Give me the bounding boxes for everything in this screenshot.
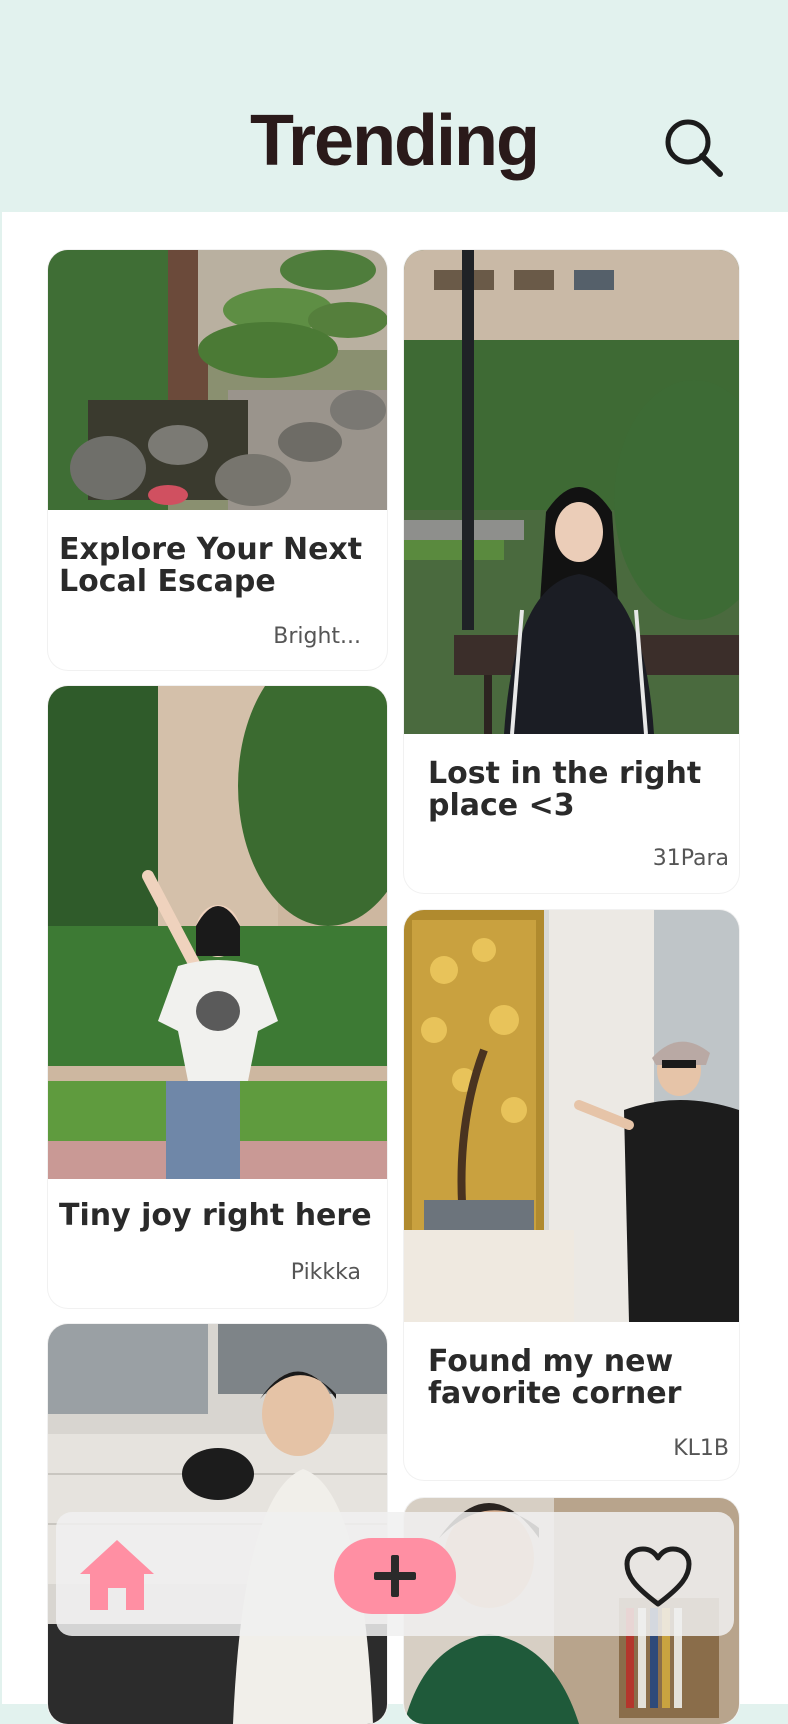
post-photo[interactable]	[48, 686, 387, 1179]
plus-icon	[374, 1555, 416, 1597]
post-title: Found my new favorite corner	[428, 1344, 682, 1411]
post-author: Pikkka	[290, 1260, 361, 1285]
add-button[interactable]	[334, 1538, 456, 1614]
post-card[interactable]: Explore Your Next Local Escape Bright...	[48, 250, 387, 670]
post-author: Bright...	[273, 624, 361, 649]
post-photo[interactable]	[404, 910, 739, 1322]
search-icon[interactable]	[664, 118, 726, 180]
post-title: Explore Your Next Local Escape	[59, 532, 363, 599]
post-photo[interactable]	[404, 250, 739, 734]
post-photo[interactable]	[48, 250, 387, 510]
heart-icon[interactable]	[624, 1546, 692, 1608]
bottom-nav	[56, 1512, 734, 1636]
post-author: KL1B	[673, 1436, 729, 1461]
post-title: Lost in the right place <3	[428, 756, 702, 823]
post-card[interactable]: Tiny joy right here Pikkka	[48, 686, 387, 1308]
post-card[interactable]: Found my new favorite corner KL1B	[404, 910, 739, 1480]
post-author: 31Para	[652, 846, 729, 871]
post-card[interactable]: Lost in the right place <3 31Para	[404, 250, 739, 893]
header: Trending	[0, 0, 788, 212]
home-icon[interactable]	[78, 1538, 156, 1612]
post-title: Tiny joy right here	[59, 1198, 372, 1233]
